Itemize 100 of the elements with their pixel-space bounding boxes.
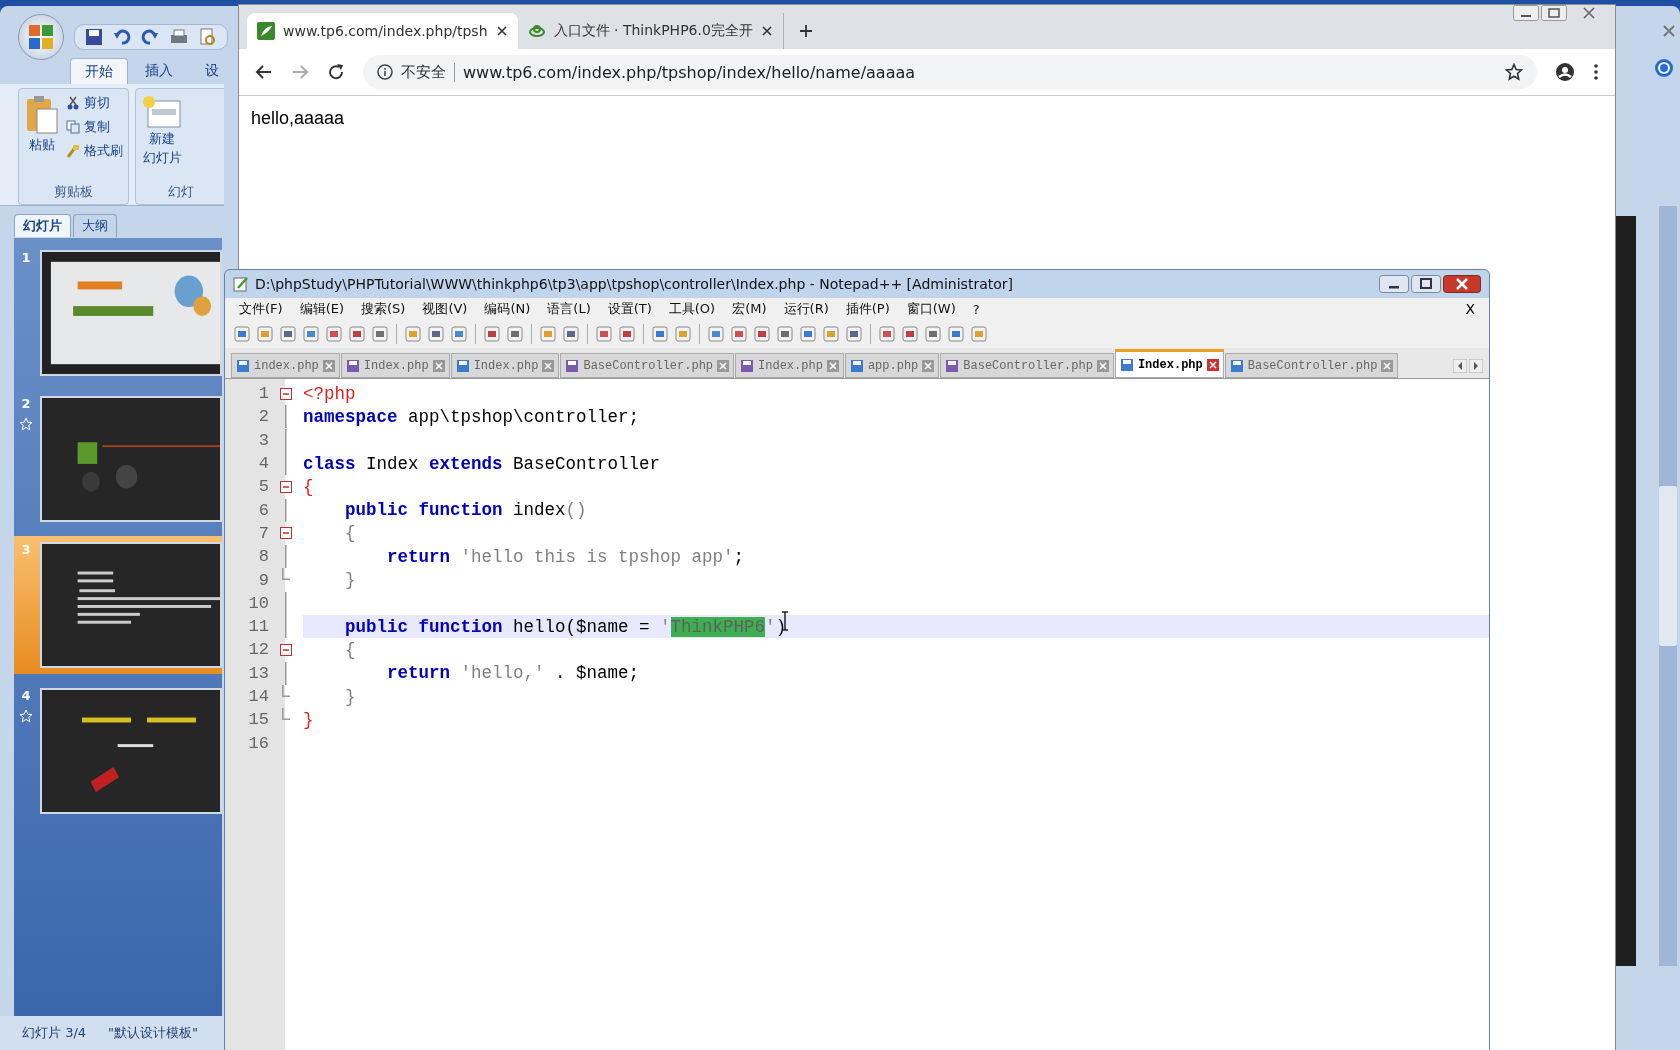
slide-item[interactable]: 2 <box>14 390 222 528</box>
menu-item[interactable]: 运行(R) <box>783 300 829 318</box>
forward-icon[interactable] <box>291 63 309 81</box>
group-label: 幻灯 <box>167 183 195 201</box>
line-number: 2 <box>257 407 269 427</box>
line-number: 3 <box>257 430 269 450</box>
code-line: class Index extends BaseController <box>303 453 661 474</box>
office-logo-icon <box>26 22 56 52</box>
code-line: { <box>344 639 356 660</box>
line-number: 4 <box>257 454 269 474</box>
line-number: 5 <box>257 477 269 497</box>
notepad-icon <box>233 276 249 292</box>
status-text: 幻灯片 3/4 <box>22 1024 87 1042</box>
file-tab[interactable]: BaseController.php <box>560 353 735 378</box>
code-line: { <box>344 523 356 544</box>
back-icon[interactable] <box>255 63 273 81</box>
close-document-button[interactable]: X <box>1465 301 1475 317</box>
address-bar[interactable]: 不安全 www.tp6.com/index.php/tpshop/index/hello/name/aaaaa <box>363 55 1537 89</box>
file-tab[interactable]: BaseController.php <box>940 353 1114 378</box>
reload-icon[interactable] <box>327 63 345 81</box>
left-arrow-icon[interactable] <box>1453 359 1467 373</box>
office-button[interactable] <box>18 14 64 60</box>
browser-tab[interactable]: 入口文件 · ThinkPHP6.0完全开 <box>517 13 784 49</box>
tab-title: www.tp6.com/index.php/tpsh <box>283 23 488 39</box>
menu-item[interactable]: ? <box>972 301 980 317</box>
fold-toggle-icon[interactable] <box>280 527 292 540</box>
fold-toggle-icon[interactable] <box>280 480 292 493</box>
info-icon <box>377 64 393 80</box>
file-tab[interactable]: Index.php <box>450 353 560 378</box>
menu-item[interactable]: 编码(N) <box>484 300 531 318</box>
fold-toggle-icon[interactable] <box>280 387 292 400</box>
line-number: 1 <box>257 384 269 404</box>
menu-icon[interactable] <box>1593 63 1599 81</box>
tab-label: Index.php <box>758 358 823 373</box>
menu-item[interactable]: 文件(F) <box>239 300 283 318</box>
ribbon-tab[interactable]: 插入 <box>130 58 188 84</box>
menu-item[interactable]: 搜索(S) <box>361 300 406 318</box>
account-icon[interactable] <box>1555 62 1575 82</box>
menu-item[interactable]: 宏(M) <box>732 300 767 318</box>
status-text: "默认设计模板" <box>108 1024 199 1042</box>
url-text: www.tp6.com/index.php/tpshop/index/hello/name/aaaaa <box>463 62 917 82</box>
menu-item[interactable]: 设置(T) <box>607 300 652 318</box>
line-number: 9 <box>257 570 269 590</box>
menu-item[interactable]: 视图(V) <box>422 300 468 318</box>
new-slide-button[interactable]: 新建 幻灯片 <box>140 93 184 176</box>
code-line: } <box>344 686 356 707</box>
cut-button[interactable]: 剪切 <box>65 93 124 113</box>
minimize-icon[interactable] <box>1379 275 1409 293</box>
copy-button[interactable]: 复制 <box>65 117 124 137</box>
panel-tab[interactable]: 幻灯片 <box>14 214 71 237</box>
format-painter-button[interactable]: 格式刷 <box>65 141 124 161</box>
line-number: 10 <box>247 593 269 613</box>
code-line: { <box>303 476 314 497</box>
star-icon[interactable] <box>1505 63 1523 81</box>
file-tab[interactable]: index.php <box>231 353 340 378</box>
file-tab[interactable]: Index.php <box>1114 349 1224 378</box>
maximize-icon[interactable] <box>1411 275 1441 293</box>
line-number: 13 <box>247 663 269 683</box>
browser-tab[interactable]: www.tp6.com/index.php/tpsh <box>247 13 518 49</box>
menu-item[interactable]: 编辑(E) <box>299 300 344 318</box>
fold-toggle-icon[interactable] <box>280 643 292 656</box>
code-line: return 'hello this is tpshop app'; <box>386 546 745 567</box>
close-icon[interactable] <box>1443 275 1481 293</box>
line-number: 12 <box>247 640 269 660</box>
tab-label: Index.php <box>473 358 539 373</box>
tab-label: BaseController.php <box>583 358 714 373</box>
cloud-icon <box>527 22 546 40</box>
close-icon[interactable] <box>760 25 773 37</box>
menu-item[interactable]: 窗口(W) <box>906 300 956 318</box>
file-tab[interactable]: Index.php <box>735 353 844 378</box>
slide-item[interactable]: 4 <box>14 682 222 820</box>
line-number: 7 <box>257 523 269 543</box>
page-text: hello,aaaaa <box>251 108 345 128</box>
panel-tab[interactable]: 大纲 <box>73 214 117 237</box>
ribbon-tab[interactable]: 开始 <box>70 58 128 84</box>
paste-button[interactable]: 粘贴 <box>23 93 61 176</box>
brush-icon <box>66 144 80 158</box>
print-preview-icon[interactable] <box>199 28 217 46</box>
slide-number: 4 <box>21 688 31 703</box>
line-number: 11 <box>247 617 269 637</box>
right-arrow-icon[interactable] <box>1469 359 1483 373</box>
help-icon[interactable] <box>1654 58 1674 78</box>
file-tab[interactable]: BaseController.php <box>1224 353 1399 378</box>
menu-item[interactable]: 语言(L) <box>547 300 591 318</box>
line-number: 8 <box>257 547 269 567</box>
close-icon[interactable] <box>495 25 508 37</box>
line-number: 6 <box>257 500 269 520</box>
new-tab-icon[interactable] <box>797 23 814 39</box>
tab-title: 入口文件 · ThinkPHP6.0完全开 <box>553 22 753 40</box>
code-line: } <box>344 570 356 590</box>
code-line: namespace app\tpshop\controller; <box>303 406 640 427</box>
file-tab[interactable]: Index.php <box>340 353 450 378</box>
menu-item[interactable]: 工具(O) <box>668 300 716 318</box>
minimize-icon[interactable] <box>1513 5 1539 21</box>
window-title: D:\phpStudy\PHPTutorial\WWW\thinkphp6\tp3\app\tpshop\controller\Index.php - Notepad++ [Administrator] <box>255 276 1014 292</box>
file-tab[interactable]: app.php <box>844 353 940 378</box>
ribbon-tab[interactable]: 设 <box>190 58 222 84</box>
menu-item[interactable]: 插件(P) <box>845 300 890 318</box>
line-number: 14 <box>247 687 269 706</box>
slide-number: 1 <box>21 250 31 265</box>
